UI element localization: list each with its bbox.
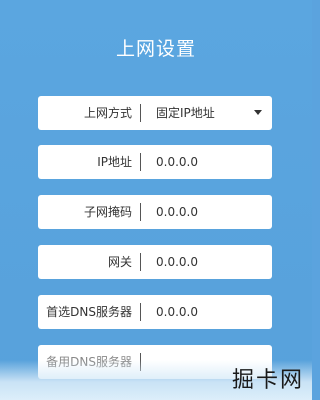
connection-type-label: 上网方式	[83, 106, 132, 120]
dropdown-caret-icon[interactable]	[254, 110, 262, 115]
connection-type-select[interactable]: 上网方式 固定IP地址	[38, 96, 272, 130]
field-separator	[140, 303, 141, 321]
primary-dns-input[interactable]: 0.0.0.0	[156, 295, 198, 329]
connection-type-value: 固定IP地址	[156, 106, 215, 120]
page-title: 上网设置	[115, 38, 196, 60]
gateway-field[interactable]: 网关 0.0.0.0	[38, 245, 272, 279]
field-separator	[140, 203, 141, 221]
ip-address-label: IP地址	[97, 155, 132, 169]
subnet-mask-label: 子网掩码	[83, 205, 132, 219]
primary-dns-label: 首选DNS服务器	[46, 305, 132, 319]
ip-address-field[interactable]: IP地址 0.0.0.0	[38, 145, 272, 179]
ip-address-input[interactable]: 0.0.0.0	[156, 145, 198, 179]
field-separator	[140, 153, 141, 171]
subnet-mask-input[interactable]: 0.0.0.0	[156, 195, 198, 229]
primary-dns-field[interactable]: 首选DNS服务器 0.0.0.0	[38, 295, 272, 329]
field-separator	[140, 104, 141, 122]
gateway-input[interactable]: 0.0.0.0	[156, 245, 198, 279]
gateway-label: 网关	[107, 255, 132, 269]
field-separator	[140, 253, 141, 271]
watermark: 掘卡网	[231, 368, 304, 393]
subnet-mask-field[interactable]: 子网掩码 0.0.0.0	[38, 195, 272, 229]
